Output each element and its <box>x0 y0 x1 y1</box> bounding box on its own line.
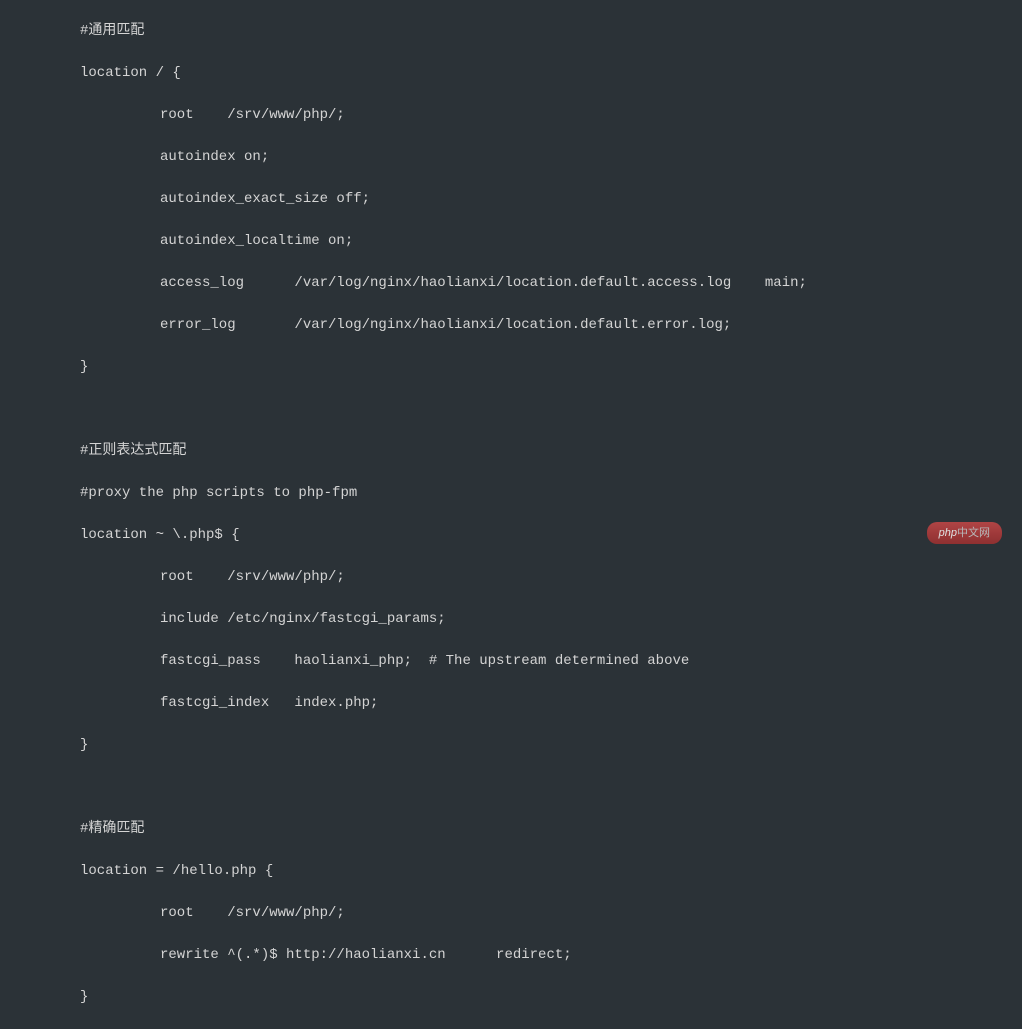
code-block: #通用匹配 location / { root /srv/www/php/; a… <box>0 0 1022 1029</box>
config-line-access-log: access_log /var/log/nginx/haolianxi/loca… <box>0 273 1022 294</box>
config-line-root: root /srv/www/php/; <box>0 567 1022 588</box>
location-open: location ~ \.php$ { <box>0 525 1022 546</box>
watermark-text-suffix: 中文网 <box>957 527 990 539</box>
config-line-root: root /srv/www/php/; <box>0 903 1022 924</box>
comment-line: #proxy the php scripts to php-fpm <box>0 483 1022 504</box>
config-line-fastcgi-pass: fastcgi_pass haolianxi_php; # The upstre… <box>0 651 1022 672</box>
config-line-root: root /srv/www/php/; <box>0 105 1022 126</box>
config-line-exact-size: autoindex_exact_size off; <box>0 189 1022 210</box>
blank-line <box>0 777 1022 798</box>
config-line-rewrite: rewrite ^(.*)$ http://haolianxi.cn redir… <box>0 945 1022 966</box>
config-line-autoindex: autoindex on; <box>0 147 1022 168</box>
config-line-error-log: error_log /var/log/nginx/haolianxi/locat… <box>0 315 1022 336</box>
block-close: } <box>0 357 1022 378</box>
config-line-fastcgi-index: fastcgi_index index.php; <box>0 693 1022 714</box>
watermark-text-main: php <box>939 527 957 539</box>
block-close: } <box>0 735 1022 756</box>
watermark-badge: php中文网 <box>927 522 1002 545</box>
comment-line: #正则表达式匹配 <box>0 441 1022 462</box>
config-line-localtime: autoindex_localtime on; <box>0 231 1022 252</box>
comment-line: #精确匹配 <box>0 819 1022 840</box>
location-open: location / { <box>0 63 1022 84</box>
blank-line <box>0 399 1022 420</box>
location-open: location = /hello.php { <box>0 861 1022 882</box>
config-line-include: include /etc/nginx/fastcgi_params; <box>0 609 1022 630</box>
comment-line: #通用匹配 <box>0 21 1022 42</box>
block-close: } <box>0 987 1022 1008</box>
